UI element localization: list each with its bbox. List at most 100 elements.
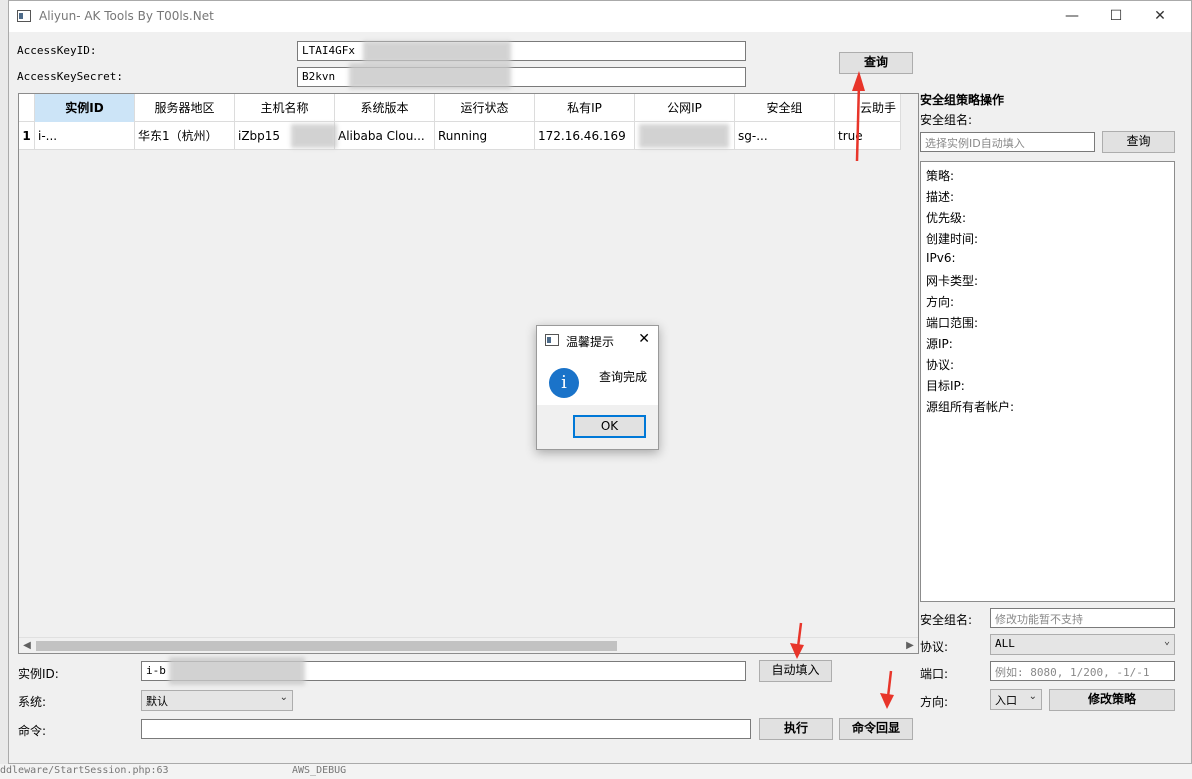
- access-key-id-label: AccessKeyID:: [17, 44, 97, 57]
- policy-field-label: 方向:: [926, 295, 955, 309]
- command-label: 命令:: [18, 724, 47, 738]
- port-input[interactable]: 例如: 8080, 1/200, -1/-1: [990, 661, 1175, 681]
- annotation-arrow: [880, 670, 894, 709]
- chevron-down-icon: ⌄: [1163, 636, 1170, 647]
- redaction-blur: [291, 124, 337, 148]
- security-instance-placeholder: 选择实例ID自动填入: [925, 137, 1025, 150]
- main-window: Aliyun- AK Tools By T00ls.Net — ☐ ✕ Acce…: [8, 0, 1192, 764]
- row-number[interactable]: 1: [19, 122, 35, 150]
- column-header[interactable]: 云助手: [835, 94, 901, 122]
- chevron-down-icon: ⌄: [1028, 691, 1037, 702]
- window-title: Aliyun- AK Tools By T00ls.Net: [39, 9, 214, 23]
- table-header: 实例ID 服务器地区 主机名称 系统版本 运行状态 私有IP 公网IP 安全组 …: [35, 94, 901, 122]
- column-header[interactable]: 实例ID: [35, 94, 135, 122]
- app-window-icon: [17, 10, 31, 22]
- table-cell[interactable]: Running: [435, 122, 535, 150]
- modify-policy-button[interactable]: 修改策略: [1049, 689, 1175, 711]
- policy-field-label: IPv6:: [926, 251, 956, 265]
- table-cell[interactable]: sg-...: [735, 122, 835, 150]
- access-key-id-value: LTAI4GFx: [302, 44, 355, 57]
- security-group-name-label: 安全组名:: [920, 113, 973, 127]
- command-input[interactable]: [141, 719, 751, 739]
- close-button[interactable]: ✕: [1137, 1, 1183, 32]
- instance-id-label: 实例ID:: [18, 667, 59, 681]
- redaction-blur: [169, 657, 305, 685]
- direction-select[interactable]: 入口 ⌄: [990, 689, 1042, 710]
- instance-table[interactable]: 实例ID 服务器地区 主机名称 系统版本 运行状态 私有IP 公网IP 安全组 …: [18, 93, 919, 654]
- system-label: 系统:: [18, 695, 47, 709]
- security-instance-input[interactable]: 选择实例ID自动填入: [920, 132, 1095, 152]
- annotation-arrow: [790, 622, 804, 659]
- table-cell[interactable]: 华东1（杭州）: [135, 122, 235, 150]
- policy-field-label: 描述:: [926, 190, 955, 204]
- table-row[interactable]: i-... 华东1（杭州） iZbp15 Alibaba Clou... Run…: [35, 122, 901, 150]
- command-echo-button[interactable]: 命令回显: [839, 718, 913, 740]
- scroll-right-icon[interactable]: ▶: [902, 638, 918, 654]
- autofill-button[interactable]: 自动填入: [759, 660, 832, 682]
- ok-button[interactable]: OK: [573, 415, 646, 438]
- edit-group-name-placeholder: 修改功能暂不支持: [995, 613, 1083, 626]
- security-query-button[interactable]: 查询: [1102, 131, 1175, 153]
- dialog-title: 温馨提示: [566, 335, 615, 349]
- chevron-down-icon: ⌄: [279, 692, 288, 703]
- execute-button[interactable]: 执行: [759, 718, 833, 740]
- policy-field-label: 目标IP:: [926, 379, 965, 393]
- redaction-blur: [639, 124, 729, 148]
- maximize-button[interactable]: ☐: [1093, 1, 1139, 32]
- table-cell[interactable]: 172.16.46.169: [535, 122, 635, 150]
- scrollbar-thumb[interactable]: [36, 641, 617, 651]
- redaction-blur: [363, 41, 511, 63]
- policy-field-label: 源IP:: [926, 337, 953, 351]
- access-key-secret-label: AccessKeySecret:: [17, 70, 123, 83]
- column-header[interactable]: 主机名称: [235, 94, 335, 122]
- info-icon: i: [549, 368, 579, 398]
- column-header[interactable]: 运行状态: [435, 94, 535, 122]
- column-header[interactable]: 公网IP: [635, 94, 735, 122]
- policy-field-label: 源组所有者帐户:: [926, 400, 1015, 414]
- dialog-title-bar[interactable]: 温馨提示 ✕: [537, 326, 658, 356]
- policy-info-panel: 策略: 描述: 优先级: 创建时间: IPv6: 网卡类型: 方向: 端口范围:…: [920, 161, 1175, 602]
- annotation-arrow: [852, 71, 865, 162]
- background-window-bottom: [0, 764, 1192, 779]
- system-select[interactable]: 默认 ⌄: [141, 690, 293, 711]
- scroll-left-icon[interactable]: ◀: [19, 638, 35, 654]
- policy-field-label: 创建时间:: [926, 232, 979, 246]
- column-header[interactable]: 系统版本: [335, 94, 435, 122]
- port-placeholder: 例如: 8080, 1/200, -1/-1: [995, 666, 1150, 679]
- policy-field-label: 端口范围:: [926, 316, 979, 330]
- protocol-select[interactable]: ALL ⌄: [990, 634, 1175, 655]
- background-text: ddleware/StartSession.php:63: [0, 765, 169, 776]
- policy-field-label: 优先级:: [926, 211, 967, 225]
- title-bar[interactable]: Aliyun- AK Tools By T00ls.Net — ☐ ✕: [9, 1, 1191, 32]
- table-cell[interactable]: true: [835, 122, 901, 150]
- edit-group-name-input[interactable]: 修改功能暂不支持: [990, 608, 1175, 628]
- column-header[interactable]: 安全组: [735, 94, 835, 122]
- instance-id-value: i-b: [146, 664, 166, 677]
- system-select-value: 默认: [146, 695, 168, 708]
- direction-select-value: 入口: [995, 694, 1017, 707]
- background-window-strip: [0, 0, 8, 779]
- security-section-title: 安全组策略操作: [920, 93, 1005, 107]
- dialog-app-icon: [545, 334, 559, 346]
- access-key-secret-value: B2kvn: [302, 70, 336, 83]
- dialog-body: i 查询完成: [537, 356, 658, 405]
- horizontal-scrollbar[interactable]: ◀ ▶: [19, 637, 918, 653]
- column-header[interactable]: 私有IP: [535, 94, 635, 122]
- protocol-select-value: ALL: [995, 637, 1015, 650]
- protocol-label: 协议:: [920, 640, 949, 654]
- port-label: 端口:: [920, 667, 949, 681]
- background-text-2: AWS_DEBUG: [292, 765, 347, 776]
- redaction-blur: [349, 63, 511, 89]
- table-cell[interactable]: i-...: [35, 122, 135, 150]
- minimize-button[interactable]: —: [1049, 1, 1095, 32]
- table-corner: [19, 94, 35, 122]
- policy-field-label: 协议:: [926, 358, 955, 372]
- edit-group-name-label: 安全组名:: [920, 613, 973, 627]
- table-cell[interactable]: Alibaba Clou...: [335, 122, 435, 150]
- policy-field-label: 网卡类型:: [926, 274, 979, 288]
- dialog-message: 查询完成: [599, 370, 648, 384]
- direction-label: 方向:: [920, 695, 949, 709]
- column-header[interactable]: 服务器地区: [135, 94, 235, 122]
- message-dialog[interactable]: 温馨提示 ✕ i 查询完成 OK: [536, 325, 659, 450]
- dialog-close-icon[interactable]: ✕: [638, 331, 650, 347]
